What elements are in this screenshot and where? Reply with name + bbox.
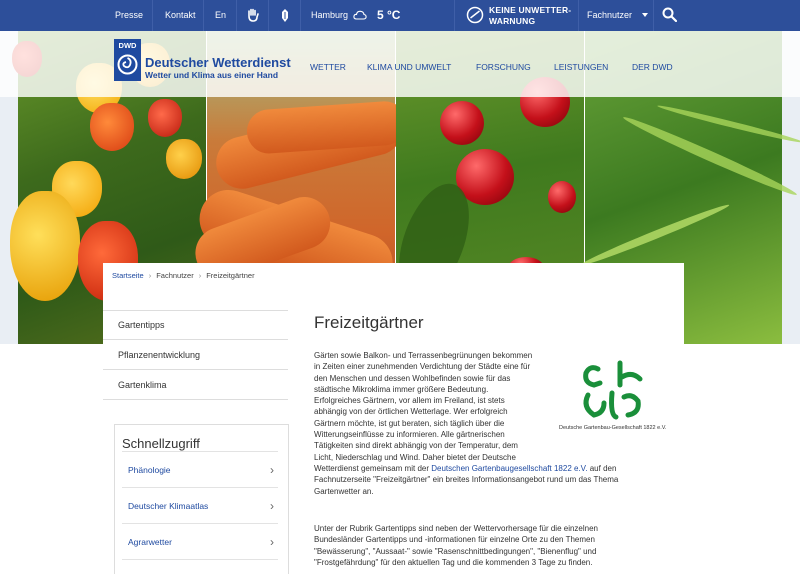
divider bbox=[152, 0, 153, 31]
text-line: Gärtnern möchte, ist gut beraten, sich t… bbox=[314, 418, 505, 428]
logo-badge: DWD bbox=[118, 41, 137, 50]
breadcrumb: Startseite › Fachnutzer › Freizeitgärtner bbox=[112, 271, 255, 280]
language-link[interactable]: En bbox=[215, 0, 226, 31]
site-title[interactable]: Deutscher Wetterdienst bbox=[145, 55, 291, 70]
nav-leistungen[interactable]: LEISTUNGEN bbox=[554, 62, 608, 72]
sign-language-icon[interactable] bbox=[246, 8, 260, 23]
text-fragment: Wetterdienst gemeinsam mit der bbox=[314, 464, 432, 473]
quick-item-divider bbox=[122, 559, 278, 574]
intro-paragraph: Gärten sowie Balkon- und Terrassenbegrün… bbox=[314, 350, 554, 463]
gartentipps-paragraph: Unter der Rubrik Gartentipps sind neben … bbox=[314, 523, 654, 568]
text-line: abhängig von der örtlichen Wetterlage. W… bbox=[314, 407, 508, 417]
text-line: Bundesländer Gartentipps und -informatio… bbox=[314, 535, 595, 545]
text-line: Fachnutzerseite "Freizeitgärtner" ein br… bbox=[314, 475, 619, 485]
quick-item-label: Agrarwetter bbox=[128, 537, 172, 547]
sidebar-item-gartentipps[interactable]: Gartentipps bbox=[103, 310, 288, 340]
nav-forschung[interactable]: FORSCHUNG bbox=[476, 62, 531, 72]
dgg-logo-caption: Deutsche Gartenbau-Gesellschaft 1822 e.V… bbox=[559, 425, 667, 431]
warning-line-2: WARNUNG bbox=[489, 16, 536, 26]
user-type-select[interactable]: Fachnutzer bbox=[587, 0, 632, 31]
breadcrumb-level1[interactable]: Fachnutzer bbox=[156, 271, 194, 280]
divider bbox=[268, 0, 269, 31]
presse-link[interactable]: Presse bbox=[115, 0, 143, 31]
text-line: Licht, Niederschlag und Wind. Daher biet… bbox=[314, 452, 516, 462]
temperature-value: 5 °C bbox=[377, 8, 401, 22]
text-line: städtische Mikroklima immer größere Bede… bbox=[314, 384, 489, 394]
dwd-logo[interactable]: DWD bbox=[114, 39, 141, 81]
quick-item-agrarwetter[interactable]: Agrarwetter › bbox=[122, 523, 278, 559]
text-line: Gärten sowie Balkon- und Terrassenbegrün… bbox=[314, 351, 533, 360]
location-name[interactable]: Hamburg bbox=[311, 0, 348, 31]
nav-der-dwd[interactable]: DER DWD bbox=[632, 62, 673, 72]
kontakt-link[interactable]: Kontakt bbox=[165, 0, 196, 31]
dwd-swirl-icon bbox=[117, 54, 138, 75]
warning-status-text[interactable]: KEINE UNWETTER- WARNUNG bbox=[489, 5, 571, 27]
text-line: in Zeiten einer zunehmenden Verdichtung … bbox=[314, 362, 531, 372]
divider bbox=[653, 0, 654, 31]
nav-klima-umwelt[interactable]: KLIMA UND UMWELT bbox=[367, 62, 451, 72]
cloud-icon bbox=[353, 10, 367, 20]
intro-paragraph-continued: Wetterdienst gemeinsam mit der Deutschen… bbox=[314, 463, 654, 497]
breadcrumb-separator: › bbox=[148, 271, 152, 280]
sidebar-item-gartenklima[interactable]: Gartenklima bbox=[103, 370, 288, 400]
divider bbox=[454, 0, 455, 31]
breadcrumb-home[interactable]: Startseite bbox=[112, 271, 144, 280]
text-line: Wetterdienst gemeinsam mit der Deutschen… bbox=[314, 463, 654, 474]
chevron-right-icon: › bbox=[270, 535, 274, 549]
divider bbox=[236, 0, 237, 31]
text-fragment: auf den bbox=[587, 464, 617, 473]
warning-status-icon bbox=[466, 6, 484, 24]
page-title: Freizeitgärtner bbox=[314, 313, 424, 332]
sidebar-item-pflanzenentwicklung[interactable]: Pflanzenentwicklung bbox=[103, 340, 288, 370]
text-line: Gartenwetter an. bbox=[314, 486, 374, 496]
quick-access-title: Schnellzugriff bbox=[122, 436, 200, 451]
quick-item-label: Phänologie bbox=[128, 465, 171, 475]
divider bbox=[203, 0, 204, 31]
divider bbox=[300, 0, 301, 31]
chevron-down-icon[interactable] bbox=[642, 13, 648, 18]
nav-wetter[interactable]: WETTER bbox=[310, 62, 346, 72]
breadcrumb-separator: › bbox=[198, 271, 202, 280]
warning-line-1: KEINE UNWETTER- bbox=[489, 5, 572, 15]
search-icon[interactable] bbox=[662, 7, 677, 22]
text-line: Erfolgreiches Gärtnern, vor allem im Fre… bbox=[314, 396, 505, 406]
text-line: den Menschen und dessen Wohlbefinden sow… bbox=[314, 373, 511, 383]
site-subtitle: Wetter und Klima aus einer Hand bbox=[145, 70, 279, 80]
text-line: "Bewässerung", "Aussaat-" sowie "Rasensc… bbox=[314, 546, 597, 556]
chevron-right-icon: › bbox=[270, 463, 274, 477]
text-line: "Frostgefährdung" für den aktuellen Tag … bbox=[314, 557, 593, 567]
top-bar: Presse Kontakt En Hamburg 5 °C KEINE UNW… bbox=[0, 0, 800, 31]
chevron-right-icon: › bbox=[270, 499, 274, 513]
dgg-link[interactable]: Deutschen Gartenbaugesellschaft 1822 e.V… bbox=[431, 464, 587, 473]
quick-item-klimaatlas[interactable]: Deutscher Klimaatlas › bbox=[122, 487, 278, 523]
divider bbox=[578, 0, 579, 31]
text-line: Unter der Rubrik Gartentipps sind neben … bbox=[314, 524, 599, 533]
breadcrumb-current: Freizeitgärtner bbox=[206, 271, 255, 280]
text-line: Witterungseinflüsse zu informieren. Alle… bbox=[314, 430, 505, 440]
quick-item-phaenologie[interactable]: Phänologie › bbox=[122, 451, 278, 487]
text-line: Tätigkeiten sind direkt abhängig von der… bbox=[314, 441, 518, 451]
easy-language-icon[interactable] bbox=[278, 8, 292, 23]
quick-item-label: Deutscher Klimaatlas bbox=[128, 501, 209, 511]
